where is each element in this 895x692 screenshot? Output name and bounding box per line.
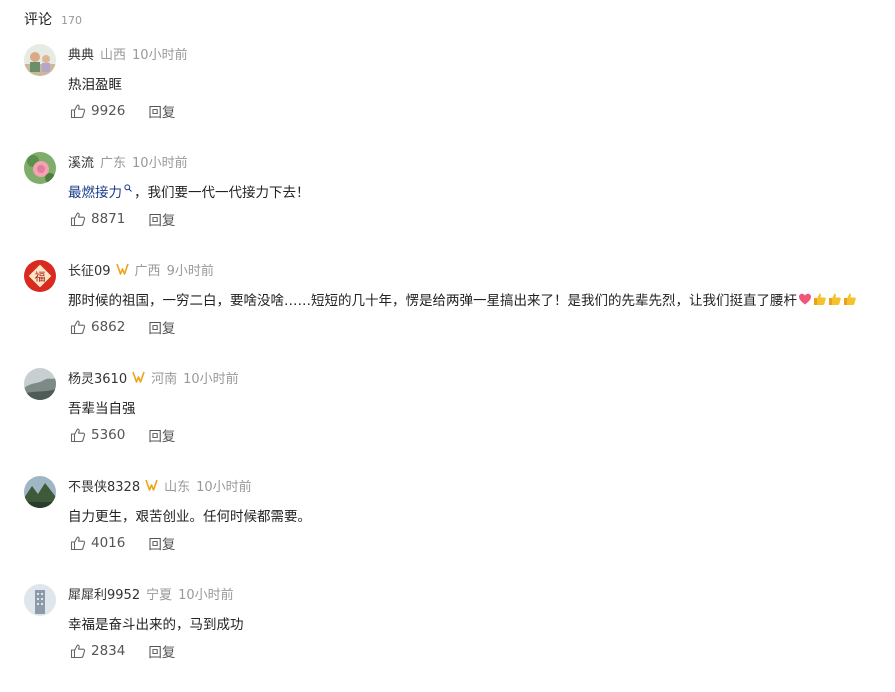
comment-actions: 6862 回复 bbox=[70, 317, 175, 337]
topic-link[interactable]: 最燃接力 bbox=[68, 181, 122, 201]
comment-item: 典典 山西 10小时前 热泪盈眶 9926 回复 bbox=[0, 44, 895, 152]
like-count: 4016 bbox=[91, 535, 126, 551]
thumbs-up-emoji bbox=[814, 293, 826, 305]
username[interactable]: 溪流 bbox=[68, 152, 94, 171]
timestamp: 10小时前 bbox=[196, 479, 252, 495]
like-count: 5360 bbox=[91, 427, 126, 443]
like-button[interactable]: 4016 bbox=[70, 535, 125, 551]
heart-emoji bbox=[799, 293, 811, 305]
search-icon bbox=[124, 184, 132, 192]
like-count: 6862 bbox=[91, 319, 126, 335]
comment-actions: 4016 回复 bbox=[70, 533, 175, 553]
comment-item: 不畏侠8328 山东 10小时前 自力更生，艰苦创业。任何时候都需要。 4016… bbox=[0, 476, 895, 584]
comment-item: 杨灵3610 河南 10小时前 吾辈当自强 5360 回复 bbox=[0, 368, 895, 476]
like-button[interactable]: 2834 bbox=[70, 643, 125, 659]
reply-button[interactable]: 回复 bbox=[148, 641, 175, 661]
comments-header: 评论 170 bbox=[24, 9, 82, 29]
username[interactable]: 长征09 bbox=[68, 260, 111, 279]
comment-meta: 不畏侠8328 山东 10小时前 bbox=[68, 476, 252, 495]
verified-badge-icon bbox=[132, 371, 145, 383]
thumbs-up-icon bbox=[70, 212, 86, 227]
comment-actions: 5360 回复 bbox=[70, 425, 175, 445]
comment-text: 热泪盈眶 bbox=[68, 77, 122, 93]
comment-body: 那时候的祖国，一穷二白，要啥没啥……短短的几十年，愣是给两弹一星搞出来了！是我们… bbox=[68, 293, 797, 309]
avatar[interactable] bbox=[24, 584, 56, 616]
thumbs-up-icon bbox=[70, 104, 86, 119]
avatar[interactable]: 福 bbox=[24, 260, 56, 292]
username[interactable]: 犀犀利9952 bbox=[68, 584, 140, 603]
reply-button[interactable]: 回复 bbox=[148, 101, 175, 121]
timestamp: 10小时前 bbox=[178, 587, 234, 603]
timestamp: 10小时前 bbox=[132, 47, 188, 63]
comment-actions: 8871 回复 bbox=[70, 209, 175, 229]
comments-title: 评论 bbox=[24, 12, 52, 28]
thumbs-up-icon bbox=[70, 320, 86, 335]
like-count: 2834 bbox=[91, 643, 126, 659]
username[interactable]: 杨灵3610 bbox=[68, 368, 127, 387]
like-button[interactable]: 9926 bbox=[70, 103, 125, 119]
comment-meta: 杨灵3610 河南 10小时前 bbox=[68, 368, 239, 387]
region: 广东 bbox=[100, 155, 127, 171]
comment-item: 溪流 广东 10小时前 最燃接力 ，我们要一代一代接力下去！ 8871 回复 bbox=[0, 152, 895, 260]
thumbs-up-emoji bbox=[844, 293, 856, 305]
timestamp: 10小时前 bbox=[132, 155, 188, 171]
comment-meta: 典典 山西 10小时前 bbox=[68, 44, 188, 63]
region: 山东 bbox=[164, 479, 191, 495]
comment-item: 福 长征09 广西 9小时前 那时候的祖国，一穷二白，要啥没啥……短短的几十年，… bbox=[0, 260, 895, 368]
like-button[interactable]: 8871 bbox=[70, 211, 125, 227]
reply-button[interactable]: 回复 bbox=[148, 317, 175, 337]
verified-badge-icon bbox=[115, 263, 129, 275]
avatar[interactable] bbox=[24, 152, 56, 184]
region: 山西 bbox=[100, 47, 127, 63]
verified-badge-icon bbox=[145, 479, 158, 491]
like-count: 9926 bbox=[91, 103, 126, 119]
avatar[interactable] bbox=[24, 476, 56, 508]
avatar[interactable] bbox=[24, 368, 56, 400]
reply-button[interactable]: 回复 bbox=[148, 209, 175, 229]
thumbs-up-icon bbox=[70, 644, 86, 659]
comment-text: 自力更生，艰苦创业。任何时候都需要。 bbox=[68, 509, 311, 525]
comment-text: 幸福是奋斗出来的，马到成功 bbox=[68, 617, 244, 633]
timestamp: 10小时前 bbox=[183, 371, 239, 387]
comment-actions: 9926 回复 bbox=[70, 101, 175, 121]
region: 河南 bbox=[151, 371, 178, 387]
comment-meta: 长征09 广西 9小时前 bbox=[68, 260, 214, 279]
thumbs-up-icon bbox=[70, 428, 86, 443]
comment-actions: 2834 回复 bbox=[70, 641, 175, 661]
svg-text:福: 福 bbox=[35, 270, 46, 284]
comment-item: 犀犀利9952 宁夏 10小时前 幸福是奋斗出来的，马到成功 2834 回复 bbox=[0, 584, 895, 692]
avatar[interactable] bbox=[24, 44, 56, 76]
reply-button[interactable]: 回复 bbox=[148, 533, 175, 553]
comments-count: 170 bbox=[61, 14, 82, 27]
like-button[interactable]: 5360 bbox=[70, 427, 125, 443]
region: 广西 bbox=[134, 263, 161, 279]
thumbs-up-emoji bbox=[829, 293, 841, 305]
username[interactable]: 不畏侠8328 bbox=[68, 476, 140, 495]
like-button[interactable]: 6862 bbox=[70, 319, 125, 335]
like-count: 8871 bbox=[91, 211, 126, 227]
reply-button[interactable]: 回复 bbox=[148, 425, 175, 445]
comment-meta: 犀犀利9952 宁夏 10小时前 bbox=[68, 584, 234, 603]
comment-text: 那时候的祖国，一穷二白，要啥没啥……短短的几十年，愣是给两弹一星搞出来了！是我们… bbox=[68, 289, 857, 309]
timestamp: 9小时前 bbox=[166, 263, 214, 279]
comment-body: ，我们要一代一代接力下去！ bbox=[134, 185, 310, 201]
comment-meta: 溪流 广东 10小时前 bbox=[68, 152, 188, 171]
comment-text: 最燃接力 ，我们要一代一代接力下去！ bbox=[68, 181, 310, 201]
username[interactable]: 典典 bbox=[68, 44, 94, 63]
region: 宁夏 bbox=[146, 587, 173, 603]
thumbs-up-icon bbox=[70, 536, 86, 551]
comment-text: 吾辈当自强 bbox=[68, 401, 136, 417]
